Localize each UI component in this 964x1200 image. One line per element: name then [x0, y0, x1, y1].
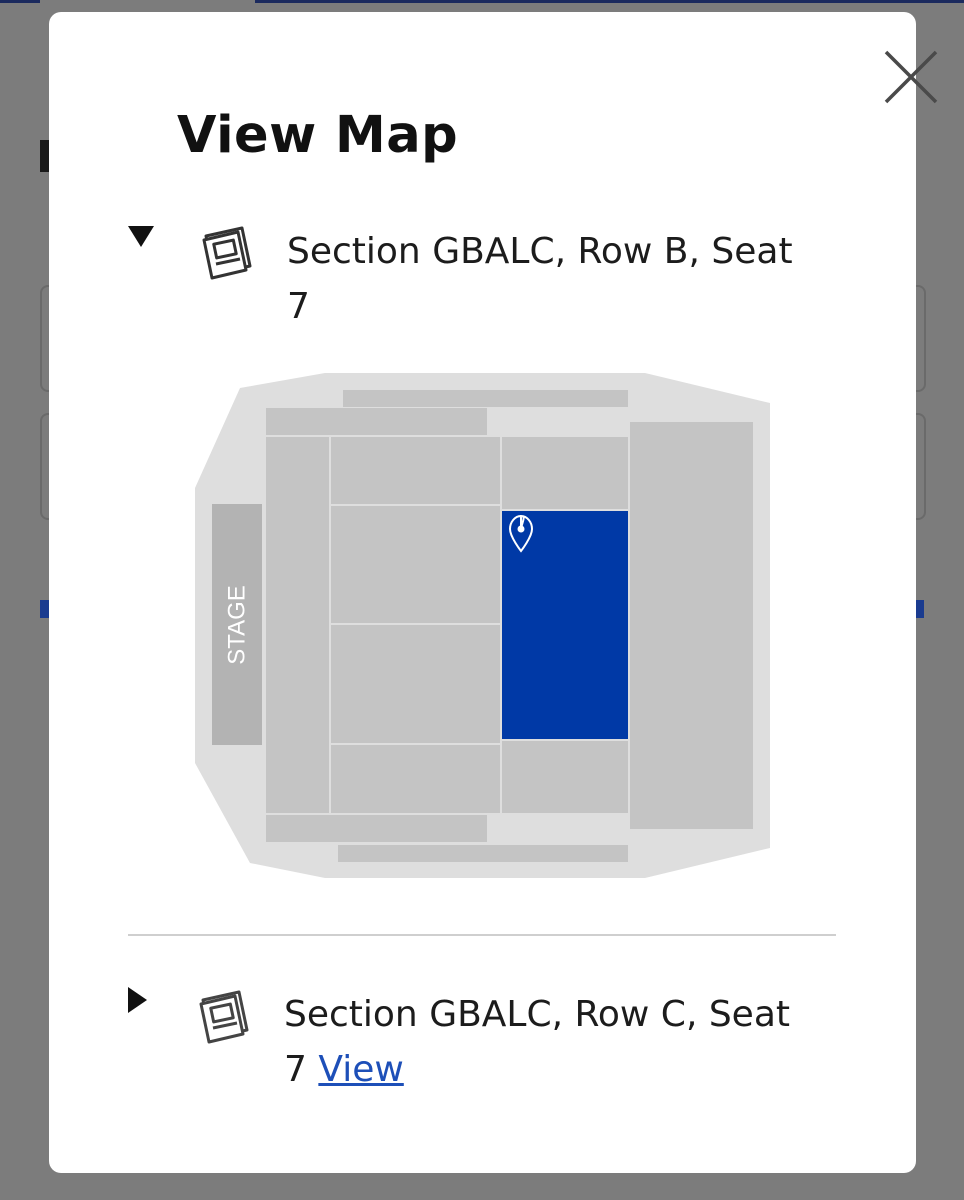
caret-down-icon[interactable]: [128, 226, 154, 248]
seating-section[interactable]: [266, 815, 487, 842]
close-icon[interactable]: [882, 48, 940, 106]
seating-section[interactable]: [502, 741, 628, 813]
seating-section[interactable]: [331, 745, 500, 813]
caret-right-icon[interactable]: [128, 987, 148, 1013]
seating-section[interactable]: [266, 408, 487, 435]
seating-section[interactable]: [331, 437, 500, 504]
seat-item-line1: Section GBALC, Row C, Seat: [284, 994, 791, 1035]
seating-section[interactable]: [502, 437, 628, 509]
ticket-icon: [202, 226, 252, 280]
seating-section[interactable]: [343, 390, 628, 407]
seat-item-label[interactable]: Section GBALC, Row C, Seat 7 View: [284, 987, 790, 1097]
divider: [128, 934, 836, 936]
background-top-bar: [0, 0, 964, 4]
modal-title: View Map: [177, 106, 459, 165]
seat-item-line2: 7: [284, 1049, 307, 1090]
stage-label: STAGE: [224, 585, 251, 665]
ticket-icon: [199, 990, 249, 1044]
seat-item-line2: 7: [287, 286, 310, 327]
seating-section[interactable]: [630, 422, 753, 829]
seat-item-label[interactable]: Section GBALC, Row B, Seat 7: [287, 224, 793, 334]
seating-section[interactable]: [266, 437, 329, 813]
seat-map: STAGE: [195, 373, 770, 878]
seating-section[interactable]: [338, 845, 628, 862]
view-link[interactable]: View: [318, 1049, 403, 1090]
seating-section[interactable]: [331, 625, 500, 743]
seat-item-line1: Section GBALC, Row B, Seat: [287, 231, 793, 272]
seating-section[interactable]: [331, 506, 500, 623]
